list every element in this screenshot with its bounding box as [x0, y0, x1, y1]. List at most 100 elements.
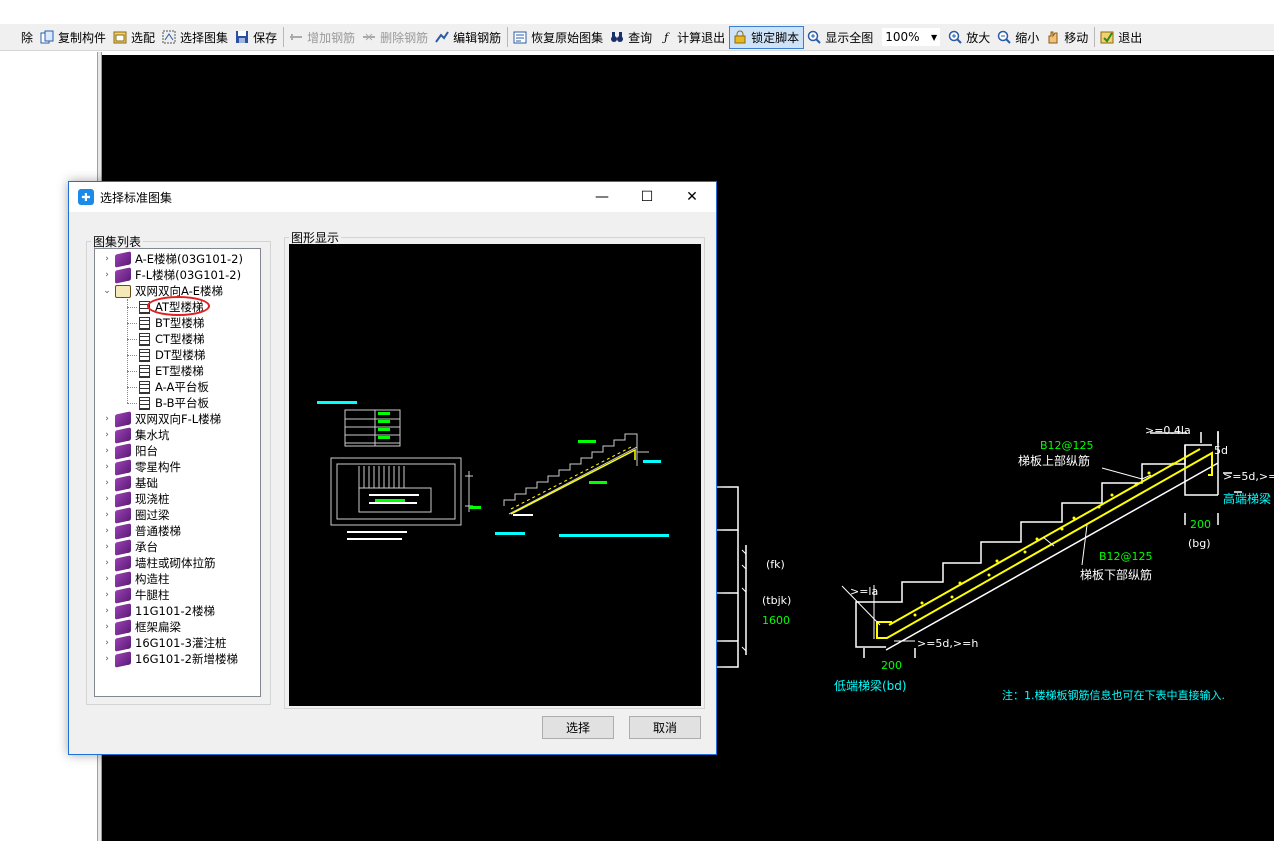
tree-item-label: 基础 [135, 476, 158, 490]
tree-folder[interactable]: › 圈过梁 [101, 506, 170, 524]
tree-item-label: 承台 [135, 540, 158, 554]
copy-component-button[interactable]: 复制构件 [37, 26, 110, 49]
lock-script-button[interactable]: 锁定脚本 [729, 25, 805, 49]
restore-atlas-icon [512, 29, 528, 45]
tree-item-label: ET型楼梯 [155, 364, 204, 378]
chevron-right-icon[interactable]: › [101, 638, 113, 648]
restore-atlas-button[interactable]: 恢复原始图集 [510, 26, 607, 49]
tree-item-label: 阳台 [135, 444, 158, 458]
chevron-right-icon[interactable]: › [101, 510, 113, 520]
tree-folder[interactable]: › 16G101-2新增楼梯 [101, 650, 238, 668]
main-toolbar: 除 复制构件 选配 选择图集 保存 增加钢筋 删除钢筋 编辑钢筋 恢复原始图集 … [0, 24, 1274, 51]
chevron-right-icon[interactable]: › [101, 414, 113, 424]
show-all-button[interactable]: 显示全图 [804, 26, 877, 49]
tree-folder[interactable]: › 基础 [101, 474, 158, 492]
book-icon [115, 618, 131, 636]
tree-item-label: A-E楼梯(03G101-2) [135, 252, 243, 266]
zoom-fit-icon [806, 29, 822, 45]
tree-connector [127, 402, 137, 404]
tree-item-label: 构造柱 [135, 572, 170, 586]
chevron-right-icon[interactable]: › [101, 654, 113, 664]
tree-item-label: B-B平台板 [155, 396, 210, 410]
delete-rebar-button[interactable]: 删除钢筋 [359, 26, 432, 49]
zoom-in-button[interactable]: 放大 [945, 26, 994, 49]
tree-item-label: BT型楼梯 [155, 316, 205, 330]
tree-item[interactable]: B-B平台板 [127, 395, 209, 411]
tree-item[interactable]: A-A平台板 [127, 379, 209, 395]
book-icon [115, 490, 131, 508]
select-button[interactable]: 选择 [542, 716, 614, 739]
query-button[interactable]: 查询 [607, 26, 656, 49]
tree-item-label: 牛腿柱 [135, 588, 170, 602]
exit-icon [1099, 29, 1115, 45]
tree-folder[interactable]: › 集水坑 [101, 426, 170, 444]
tree-item[interactable]: ET型楼梯 [127, 363, 204, 379]
minimize-button[interactable]: — [579, 182, 625, 212]
delete-button[interactable]: 除 [0, 26, 37, 49]
tree-connector [127, 386, 137, 388]
book-icon [115, 426, 131, 444]
document-icon [139, 348, 150, 362]
calc-exit-button[interactable]: ƒ 计算退出 [656, 26, 729, 49]
select-match-button[interactable]: 选配 [110, 26, 159, 49]
tree-folder[interactable]: › 零星构件 [101, 458, 181, 476]
tree-item-label: 16G101-2新增楼梯 [135, 652, 238, 666]
tree-item[interactable]: CT型楼梯 [127, 331, 205, 347]
tree-folder[interactable]: › 墙柱或砌体拉筋 [101, 554, 216, 572]
tree-item-label: A-A平台板 [155, 380, 209, 394]
zoom-level-select[interactable]: 100% ▼ [881, 27, 942, 47]
tree-folder[interactable]: › 16G101-3灌注桩 [101, 634, 226, 652]
select-atlas-button[interactable]: 选择图集 [159, 26, 232, 49]
tree-item-label: 框架扁梁 [135, 620, 181, 634]
book-icon [115, 410, 131, 428]
select-match-icon [112, 29, 128, 45]
add-rebar-button[interactable]: 增加钢筋 [286, 26, 359, 49]
chevron-down-icon[interactable]: ⌄ [101, 286, 113, 296]
chevron-right-icon[interactable]: › [101, 254, 113, 264]
chevron-right-icon[interactable]: › [101, 494, 113, 504]
chevron-right-icon[interactable]: › [101, 590, 113, 600]
chevron-right-icon[interactable]: › [101, 526, 113, 536]
tree-folder[interactable]: › 牛腿柱 [101, 586, 170, 604]
tree-item-label: 现浇桩 [135, 492, 170, 506]
dialog-titlebar[interactable]: ✚ 选择标准图集 — ☐ ✕ [69, 182, 716, 212]
tree-folder[interactable]: › A-E楼梯(03G101-2) [101, 250, 243, 268]
tree-connector [127, 354, 137, 356]
tree-item[interactable]: BT型楼梯 [127, 315, 204, 331]
cancel-button[interactable]: 取消 [629, 716, 701, 739]
close-button[interactable]: ✕ [669, 182, 715, 212]
zoom-out-button[interactable]: 缩小 [994, 26, 1043, 49]
function-fx-icon: ƒ [664, 30, 669, 44]
chevron-right-icon[interactable]: › [101, 462, 113, 472]
chevron-right-icon[interactable]: › [101, 558, 113, 568]
edit-rebar-button[interactable]: 编辑钢筋 [432, 26, 505, 49]
tree-folder[interactable]: › 阳台 [101, 442, 158, 460]
tree-item-label: 双网双向F-L楼梯 [135, 412, 222, 426]
move-button[interactable]: 移动 [1043, 26, 1092, 49]
chevron-right-icon[interactable]: › [101, 606, 113, 616]
chevron-right-icon[interactable]: › [101, 478, 113, 488]
delete-rebar-icon [361, 29, 377, 45]
tree-folder[interactable]: › 构造柱 [101, 570, 170, 588]
tree-folder[interactable]: › 现浇桩 [101, 490, 170, 508]
tree-folder[interactable]: › 双网双向F-L楼梯 [101, 410, 222, 428]
chevron-right-icon[interactable]: › [101, 446, 113, 456]
chevron-right-icon[interactable]: › [101, 622, 113, 632]
tree-item-label: 集水坑 [135, 428, 170, 442]
zoom-out-icon [996, 29, 1012, 45]
save-button[interactable]: 保存 [232, 26, 281, 49]
label-rebar-bottom: B12@125 [1099, 550, 1153, 563]
chevron-right-icon[interactable]: › [101, 270, 113, 280]
chevron-right-icon[interactable]: › [101, 574, 113, 584]
tree-folder[interactable]: › 普通楼梯 [101, 522, 181, 540]
document-icon [139, 332, 150, 346]
tree-folder[interactable]: › F-L楼梯(03G101-2) [101, 266, 241, 284]
chevron-right-icon[interactable]: › [101, 542, 113, 552]
chevron-right-icon[interactable]: › [101, 430, 113, 440]
tree-folder[interactable]: › 框架扁梁 [101, 618, 181, 636]
tree-folder[interactable]: › 11G101-2楼梯 [101, 602, 215, 620]
exit-button[interactable]: 退出 [1097, 26, 1146, 49]
tree-folder[interactable]: › 承台 [101, 538, 158, 556]
maximize-button[interactable]: ☐ [624, 182, 670, 212]
tree-item[interactable]: DT型楼梯 [127, 347, 205, 363]
